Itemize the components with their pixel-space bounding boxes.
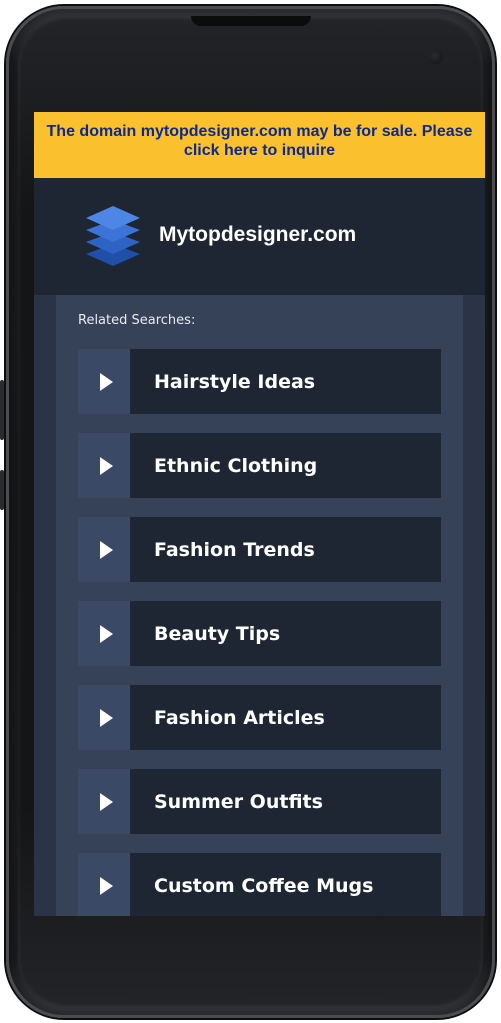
related-search-label[interactable]: Beauty Tips	[130, 601, 441, 666]
related-search-label[interactable]: Custom Coffee Mugs	[130, 853, 441, 916]
screen: The domain mytopdesigner.com may be for …	[34, 112, 485, 916]
related-search-item[interactable]: Fashion Articles	[78, 685, 441, 750]
play-arrow-icon	[78, 685, 130, 750]
play-arrow-icon	[78, 601, 130, 666]
play-arrow-icon	[78, 349, 130, 414]
related-search-item[interactable]: Hairstyle Ideas	[78, 349, 441, 414]
proximity-sensor	[68, 52, 90, 60]
related-search-label[interactable]: Fashion Articles	[130, 685, 441, 750]
power-button	[0, 470, 4, 510]
play-arrow-icon	[78, 433, 130, 498]
related-search-label[interactable]: Ethnic Clothing	[130, 433, 441, 498]
related-search-label[interactable]: Fashion Trends	[130, 517, 441, 582]
related-search-item[interactable]: Ethnic Clothing	[78, 433, 441, 498]
related-search-item[interactable]: Fashion Trends	[78, 517, 441, 582]
front-camera	[429, 50, 443, 64]
speaker-slot	[191, 16, 311, 26]
volume-button	[0, 380, 4, 440]
site-header: Mytopdesigner.com	[34, 178, 485, 295]
play-arrow-icon	[78, 769, 130, 834]
content-area: Related Searches: Hairstyle Ideas Ethnic…	[34, 295, 485, 916]
stacked-layers-icon	[86, 206, 140, 266]
related-search-label[interactable]: Hairstyle Ideas	[130, 349, 441, 414]
site-name[interactable]: Mytopdesigner.com	[159, 223, 356, 247]
related-search-label[interactable]: Summer Outfits	[130, 769, 441, 834]
related-search-item[interactable]: Beauty Tips	[78, 601, 441, 666]
domain-sale-banner[interactable]: The domain mytopdesigner.com may be for …	[34, 112, 485, 178]
banner-text[interactable]: The domain mytopdesigner.com may be for …	[47, 123, 473, 159]
related-search-item[interactable]: Custom Coffee Mugs	[78, 853, 441, 916]
related-search-item[interactable]: Summer Outfits	[78, 769, 441, 834]
play-arrow-icon	[78, 517, 130, 582]
related-searches-label: Related Searches:	[78, 313, 196, 328]
play-arrow-icon	[78, 853, 130, 916]
